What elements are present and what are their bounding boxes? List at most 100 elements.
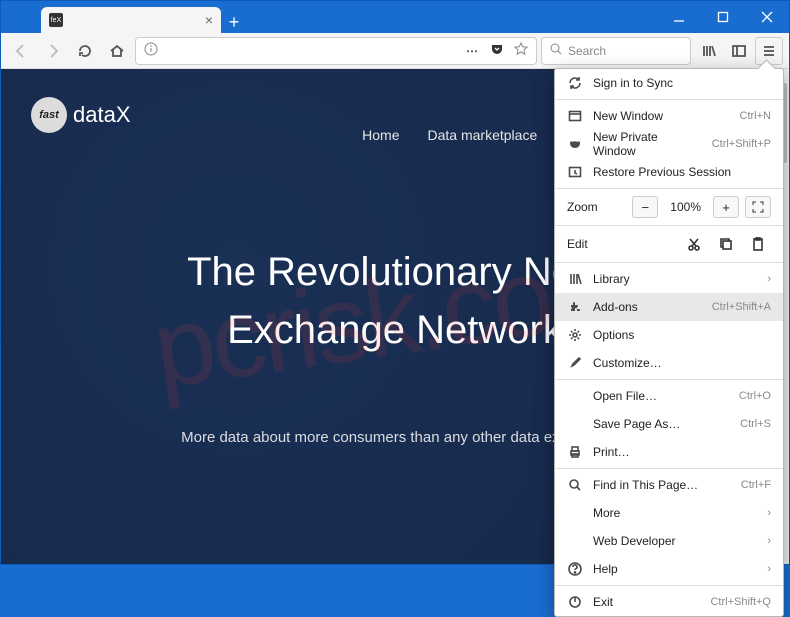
window-icon <box>567 108 583 124</box>
favicon-icon: feX <box>49 13 63 27</box>
menu-sign-in-sync[interactable]: Sign in to Sync <box>555 69 783 97</box>
tab-close-icon[interactable]: × <box>205 12 213 28</box>
menu-open-file[interactable]: Open File… Ctrl+O <box>555 382 783 410</box>
hero-line1: The Revolutionary New <box>187 250 603 294</box>
menu-library[interactable]: Library › <box>555 265 783 293</box>
menu-options[interactable]: Options <box>555 321 783 349</box>
menu-label: Restore Previous Session <box>593 165 771 179</box>
chevron-right-icon: › <box>767 535 771 547</box>
menu-separator <box>555 585 783 586</box>
menu-label: Web Developer <box>593 534 757 548</box>
menu-label: Save Page As… <box>593 417 730 431</box>
menu-label: Exit <box>593 595 700 609</box>
chevron-right-icon: › <box>767 273 771 285</box>
library-button[interactable] <box>695 37 723 65</box>
bookmark-star-icon[interactable] <box>514 42 528 59</box>
site-logo[interactable]: fast dataX <box>31 97 131 133</box>
hero-line2: Exchange Network <box>227 308 563 352</box>
page-actions-icon[interactable]: ⋯ <box>466 44 480 58</box>
paste-button[interactable] <box>745 233 771 255</box>
edit-label: Edit <box>567 237 617 251</box>
menu-web-developer[interactable]: Web Developer › <box>555 527 783 555</box>
reload-button[interactable] <box>71 37 99 65</box>
menu-accel: Ctrl+Shift+Q <box>710 596 771 608</box>
menu-label: Options <box>593 328 771 342</box>
pocket-icon[interactable] <box>490 42 504 59</box>
menu-accel: Ctrl+S <box>740 418 771 430</box>
menu-separator <box>555 225 783 226</box>
menu-restore-session[interactable]: Restore Previous Session <box>555 158 783 186</box>
fullscreen-button[interactable] <box>745 196 771 218</box>
zoom-value: 100% <box>664 200 707 214</box>
sidebar-button[interactable] <box>725 37 753 65</box>
help-icon <box>567 561 583 577</box>
menu-exit[interactable]: Exit Ctrl+Shift+Q <box>555 588 783 616</box>
toolbar: ⋯ Search <box>1 33 789 69</box>
gear-icon <box>567 327 583 343</box>
chevron-right-icon: › <box>767 507 771 519</box>
print-icon <box>567 444 583 460</box>
menu-accel: Ctrl+N <box>740 110 771 122</box>
menu-edit-row: Edit <box>555 228 783 260</box>
library-icon <box>567 271 583 287</box>
menu-zoom-row: Zoom − 100% + <box>555 191 783 223</box>
cut-button[interactable] <box>681 233 707 255</box>
tab-active[interactable]: feX × <box>41 7 221 33</box>
info-icon[interactable] <box>144 42 158 59</box>
menu-label: Print… <box>593 445 771 459</box>
menu-accel: Ctrl+O <box>739 390 771 402</box>
menu-new-window[interactable]: New Window Ctrl+N <box>555 102 783 130</box>
tab-strip: feX × + <box>1 1 657 33</box>
titlebar: feX × + <box>1 1 789 33</box>
menu-new-private-window[interactable]: New Private Window Ctrl+Shift+P <box>555 130 783 158</box>
restore-icon <box>567 164 583 180</box>
home-button[interactable] <box>103 37 131 65</box>
minimize-button[interactable] <box>657 1 701 33</box>
url-bar[interactable]: ⋯ <box>135 37 537 65</box>
menu-label: Add-ons <box>593 300 702 314</box>
menu-separator <box>555 99 783 100</box>
zoom-out-button[interactable]: − <box>632 196 658 218</box>
app-menu-button[interactable] <box>755 37 783 65</box>
nav-home[interactable]: Home <box>362 127 399 143</box>
back-button[interactable] <box>7 37 35 65</box>
zoom-label: Zoom <box>567 200 617 214</box>
menu-label: Help <box>593 562 757 576</box>
menu-separator <box>555 468 783 469</box>
zoom-in-button[interactable]: + <box>713 196 739 218</box>
menu-separator <box>555 379 783 380</box>
close-button[interactable] <box>745 1 789 33</box>
menu-label: Open File… <box>593 389 729 403</box>
forward-button[interactable] <box>39 37 67 65</box>
menu-label: New Private Window <box>593 130 702 158</box>
menu-print[interactable]: Print… <box>555 438 783 466</box>
paint-icon <box>567 355 583 371</box>
search-icon <box>567 477 583 493</box>
menu-save-page[interactable]: Save Page As… Ctrl+S <box>555 410 783 438</box>
search-bar[interactable]: Search <box>541 37 691 65</box>
nav-marketplace[interactable]: Data marketplace <box>428 127 538 143</box>
menu-find[interactable]: Find in This Page… Ctrl+F <box>555 471 783 499</box>
search-placeholder: Search <box>568 44 606 58</box>
power-icon <box>567 594 583 610</box>
menu-separator <box>555 262 783 263</box>
menu-label: New Window <box>593 109 730 123</box>
menu-help[interactable]: Help › <box>555 555 783 583</box>
menu-label: Customize… <box>593 356 771 370</box>
mask-icon <box>567 136 583 152</box>
menu-label: Sign in to Sync <box>593 76 771 90</box>
logo-text: dataX <box>73 102 131 128</box>
menu-customize[interactable]: Customize… <box>555 349 783 377</box>
menu-label: Library <box>593 272 757 286</box>
menu-addons[interactable]: Add-ons Ctrl+Shift+A <box>555 293 783 321</box>
sync-icon <box>567 75 583 91</box>
logo-badge: fast <box>31 97 67 133</box>
menu-accel: Ctrl+Shift+A <box>712 301 771 313</box>
puzzle-icon <box>567 299 583 315</box>
menu-more[interactable]: More › <box>555 499 783 527</box>
copy-button[interactable] <box>713 233 739 255</box>
new-tab-button[interactable]: + <box>221 12 247 33</box>
maximize-button[interactable] <box>701 1 745 33</box>
app-menu-panel: Sign in to Sync New Window Ctrl+N New Pr… <box>554 68 784 617</box>
menu-label: More <box>593 506 757 520</box>
